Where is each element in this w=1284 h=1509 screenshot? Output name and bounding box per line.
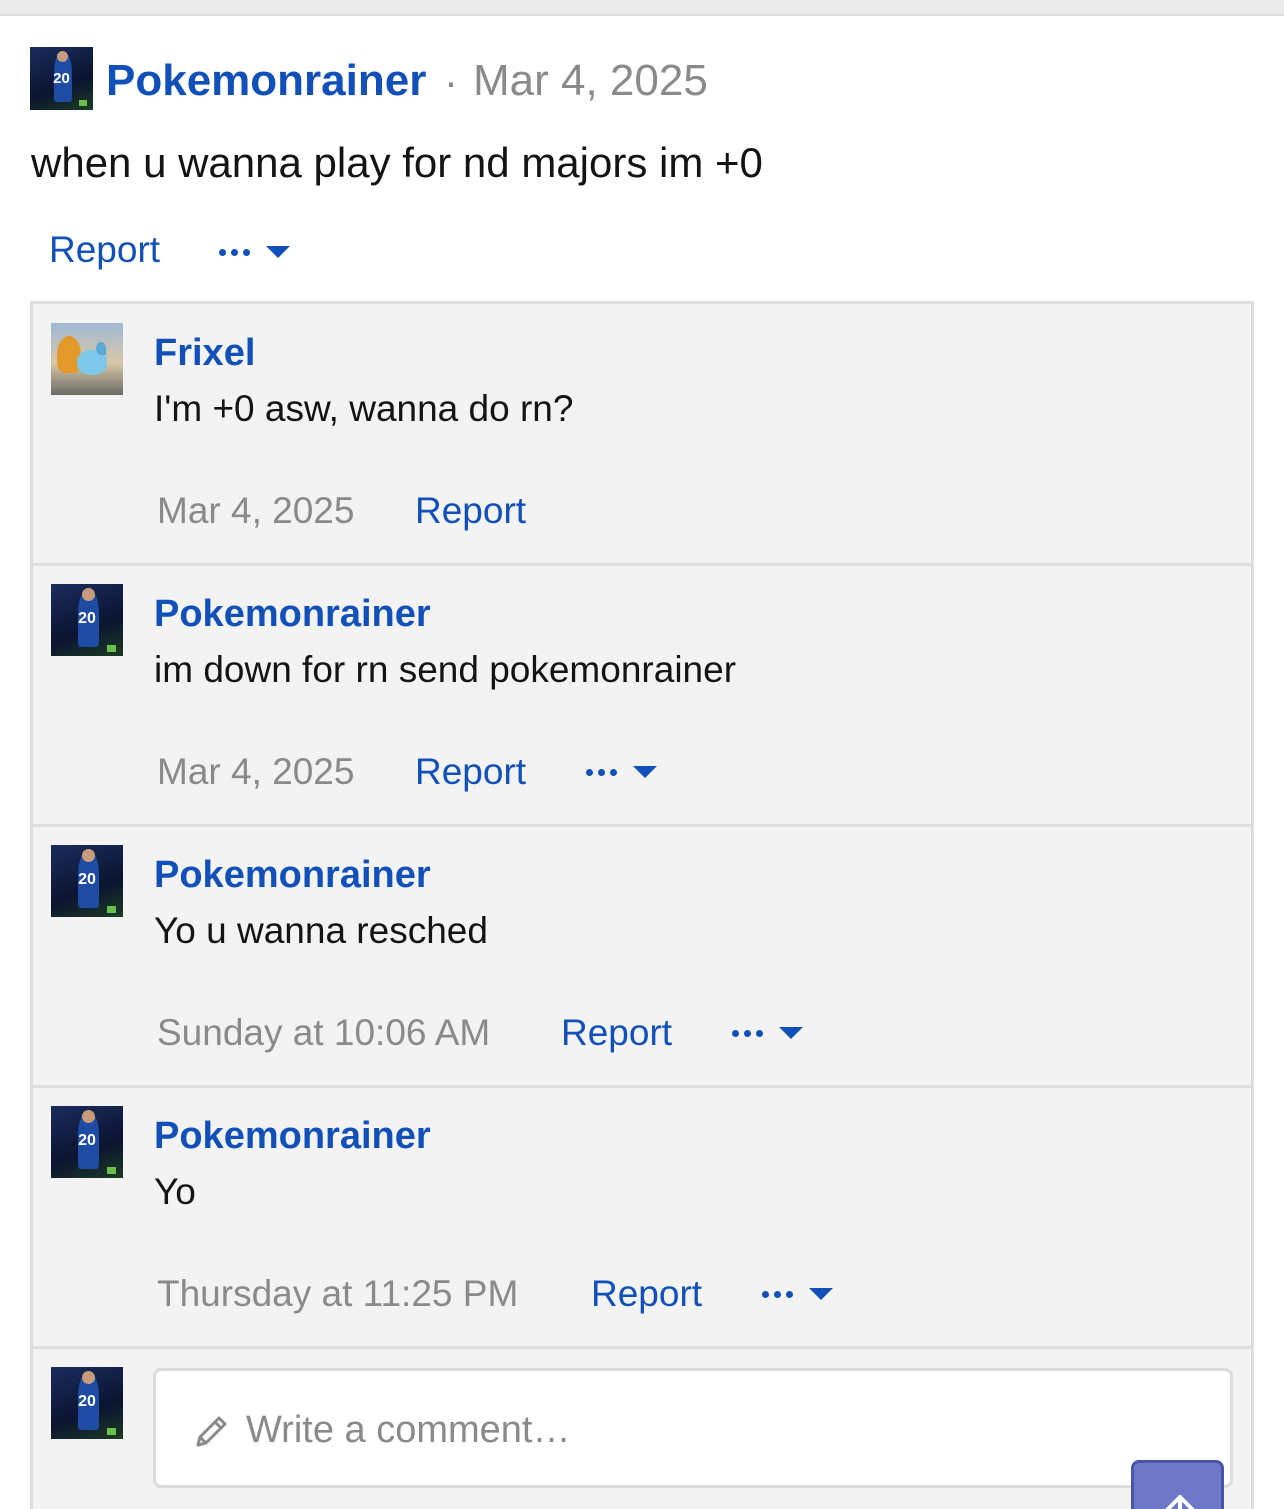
- post-body-text: when u wanna play for nd majors im +0: [31, 139, 763, 186]
- comment-avatar[interactable]: [51, 323, 123, 395]
- comment-author-name[interactable]: Pokemonrainer: [154, 1115, 431, 1158]
- caret-down-icon: [266, 246, 290, 258]
- ellipsis-icon: [586, 768, 617, 776]
- comments-panel: Frixel I'm +0 asw, wanna do rn? Mar 4, 2…: [30, 301, 1254, 1509]
- comment-avatar[interactable]: 20: [51, 1106, 123, 1178]
- comment-report-link[interactable]: Report: [591, 1273, 702, 1315]
- ellipsis-icon: [219, 248, 250, 256]
- ellipsis-icon: [732, 1029, 763, 1037]
- caret-down-icon: [779, 1027, 803, 1039]
- avatar-jersey-number: 20: [78, 870, 96, 888]
- post-author-name[interactable]: Pokemonrainer: [106, 56, 426, 106]
- comment-date[interactable]: Mar 4, 2025: [157, 490, 354, 532]
- comment-body-text: Yo u wanna resched: [154, 910, 488, 951]
- avatar-grass: [79, 99, 87, 107]
- caret-down-icon: [809, 1288, 833, 1300]
- comment-report-link[interactable]: Report: [415, 490, 526, 532]
- scroll-to-top-button[interactable]: [1131, 1460, 1224, 1509]
- avatar-jersey-number: 20: [78, 609, 96, 627]
- comment-divider: [33, 1085, 1251, 1088]
- avatar-grass: [107, 644, 116, 652]
- post-meta-separator: ·: [444, 58, 458, 105]
- comment-more-menu[interactable]: [586, 766, 657, 778]
- comment-divider: [33, 1346, 1251, 1349]
- post-report-link[interactable]: Report: [49, 229, 160, 271]
- pencil-icon: [196, 1416, 227, 1447]
- post-author-avatar[interactable]: 20: [30, 47, 93, 110]
- top-bar: [0, 0, 1284, 16]
- comment-date[interactable]: Sunday at 10:06 AM: [157, 1012, 490, 1054]
- comment-report-link[interactable]: Report: [561, 1012, 672, 1054]
- composer-avatar: 20: [51, 1367, 123, 1439]
- avatar-grass: [107, 1166, 116, 1174]
- caret-down-icon: [633, 766, 657, 778]
- comment-more-menu[interactable]: [732, 1027, 803, 1039]
- avatar-creature-fin: [95, 341, 106, 355]
- avatar-grass: [107, 905, 116, 913]
- post-date[interactable]: Mar 4, 2025: [473, 56, 708, 106]
- comment-more-menu[interactable]: [762, 1288, 833, 1300]
- comment-author-name[interactable]: Pokemonrainer: [154, 593, 431, 636]
- comment-divider: [33, 563, 1251, 566]
- comment-date[interactable]: Thursday at 11:25 PM: [157, 1273, 518, 1315]
- avatar-jersey-number: 20: [78, 1392, 96, 1410]
- arrow-up-icon: [1165, 1495, 1195, 1509]
- comment-author-name[interactable]: Frixel: [154, 332, 255, 375]
- avatar-grass: [107, 1427, 116, 1435]
- comment-avatar[interactable]: 20: [51, 845, 123, 917]
- comment-body-text: im down for rn send pokemonrainer: [154, 649, 737, 690]
- comment-divider: [33, 824, 1251, 827]
- comment-report-link[interactable]: Report: [415, 751, 526, 793]
- comment-avatar[interactable]: 20: [51, 584, 123, 656]
- comment-date[interactable]: Mar 4, 2025: [157, 751, 354, 793]
- comment-body-text: I'm +0 asw, wanna do rn?: [154, 388, 574, 429]
- comment-author-name[interactable]: Pokemonrainer: [154, 854, 431, 897]
- avatar-jersey-number: 20: [53, 69, 70, 87]
- avatar-jersey-number: 20: [78, 1131, 96, 1149]
- ellipsis-icon: [762, 1290, 793, 1298]
- post-more-menu[interactable]: [219, 246, 290, 258]
- write-comment-input[interactable]: Write a comment…: [153, 1368, 1233, 1488]
- comment-body-text: Yo: [154, 1171, 196, 1212]
- write-comment-placeholder: Write a comment…: [246, 1409, 571, 1451]
